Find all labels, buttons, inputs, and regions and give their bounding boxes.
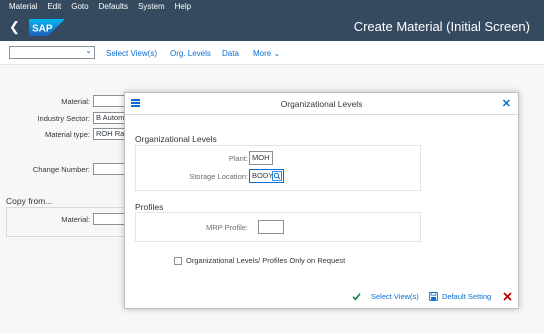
- mrp-profile-label: MRP Profile:: [206, 223, 248, 232]
- change-number-label: Change Number:: [32, 165, 90, 174]
- menu-system[interactable]: System: [135, 2, 168, 11]
- menu-bar: Material Edit Goto Defaults System Help: [0, 0, 544, 13]
- industry-sector-select[interactable]: B Autom: [93, 112, 125, 124]
- storage-location-label: Storage Location:: [189, 172, 248, 181]
- menu-help[interactable]: Help: [172, 2, 194, 11]
- plant-label: Plant:: [228, 154, 248, 163]
- select-views-button[interactable]: Select View(s): [106, 49, 157, 58]
- material-type-label: Material type:: [44, 130, 90, 139]
- menu-material[interactable]: Material: [6, 2, 40, 11]
- change-number-input[interactable]: [93, 163, 125, 175]
- data-button[interactable]: Data: [222, 49, 239, 58]
- default-setting-button[interactable]: Default Setting: [442, 292, 491, 301]
- back-icon[interactable]: ❮: [9, 19, 23, 35]
- select-views-dialog-button[interactable]: Select View(s): [371, 292, 419, 301]
- storage-location-input[interactable]: BODY: [249, 169, 284, 183]
- profiles-group: MRP Profile:: [135, 212, 421, 242]
- close-icon[interactable]: ✕: [502, 97, 511, 110]
- page-title: Create Material (Initial Screen): [353, 19, 530, 34]
- menu-edit[interactable]: Edit: [44, 2, 64, 11]
- org-levels-dialog: Organizational Levels ✕ Organizational L…: [124, 92, 519, 309]
- profiles-section-title: Profiles: [135, 202, 164, 212]
- command-field[interactable]: ⌄: [9, 46, 95, 59]
- material-input[interactable]: [93, 95, 125, 107]
- storage-location-value: BODY: [252, 171, 274, 180]
- cancel-icon[interactable]: [503, 292, 512, 301]
- org-levels-only-on-request-checkbox[interactable]: [174, 257, 182, 265]
- copy-material-label: Material:: [61, 215, 90, 224]
- menu-goto[interactable]: Goto: [68, 2, 91, 11]
- sap-logo: SAP: [29, 19, 65, 36]
- material-label: Material:: [61, 97, 90, 106]
- dialog-title: Organizational Levels: [280, 99, 363, 109]
- toolbar: ⌄ Select View(s) Org. Levels Data More ⌄: [0, 41, 544, 65]
- chevron-down-icon: ⌄: [273, 49, 281, 58]
- org-levels-button[interactable]: Org. Levels: [170, 49, 211, 58]
- dialog-header: Organizational Levels ✕: [125, 93, 518, 115]
- mrp-profile-input[interactable]: [258, 220, 284, 234]
- material-type-select[interactable]: ROH Raw: [93, 128, 125, 140]
- shell-header: ❮ SAP Create Material (Initial Screen): [0, 13, 544, 41]
- chevron-down-icon[interactable]: ⌄: [85, 46, 92, 55]
- svg-text:SAP: SAP: [32, 24, 53, 35]
- org-levels-section-title: Organizational Levels: [135, 134, 217, 144]
- copy-material-input[interactable]: [93, 213, 125, 225]
- save-icon[interactable]: [429, 292, 438, 301]
- copy-from-title: Copy from...: [6, 196, 53, 206]
- more-label: More: [253, 49, 272, 58]
- plant-input[interactable]: MOH: [249, 151, 273, 165]
- more-button[interactable]: More ⌄: [253, 49, 280, 58]
- menu-defaults[interactable]: Defaults: [96, 2, 131, 11]
- value-help-icon[interactable]: [272, 171, 282, 181]
- check-icon[interactable]: [352, 292, 361, 301]
- industry-sector-label: Industry Sector:: [37, 114, 90, 123]
- checkbox-label: Organizational Levels/ Profiles Only on …: [186, 256, 346, 265]
- org-levels-group: Plant: MOH Storage Location: BODY: [135, 145, 421, 191]
